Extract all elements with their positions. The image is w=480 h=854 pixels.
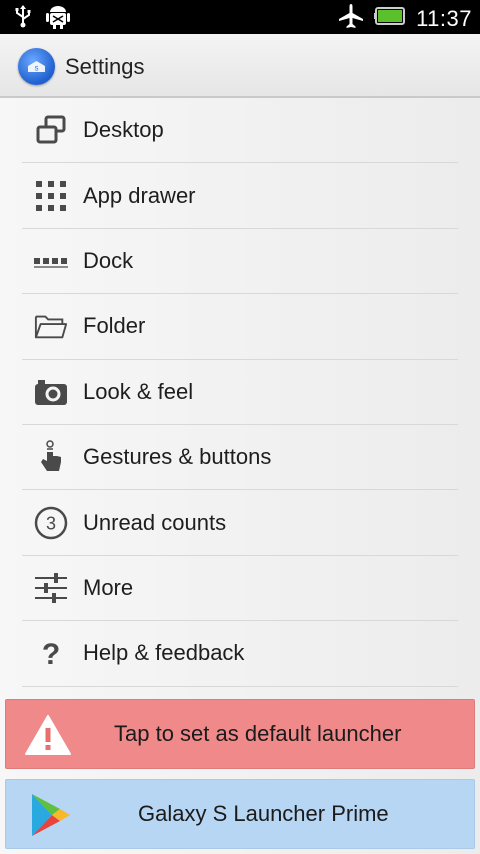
usb-icon [14, 4, 32, 35]
launcher-app-icon[interactable]: S [18, 48, 55, 85]
settings-item-label: Gestures & buttons [83, 444, 272, 470]
settings-list: Desktop App drawer Dock Folder Look & fe… [22, 98, 458, 687]
settings-item-label: More [83, 574, 134, 600]
play-store-icon [28, 792, 72, 843]
clock: 11:37 [416, 5, 472, 31]
dock-icon [34, 244, 68, 278]
settings-item-label: Help & feedback [83, 640, 245, 666]
svg-text:S: S [34, 67, 38, 73]
banner-label: Galaxy S Launcher Prime [138, 801, 389, 826]
settings-item-label: Dock [83, 247, 134, 273]
sliders-icon [34, 571, 68, 605]
settings-item-dock[interactable]: Dock [22, 229, 458, 295]
settings-item-label: Desktop [83, 117, 164, 143]
set-default-launcher-banner[interactable]: Tap to set as default launcher [5, 699, 475, 769]
android-debug-icon [46, 4, 70, 35]
settings-item-label: App drawer [83, 182, 196, 208]
warning-icon [24, 714, 72, 761]
settings-item-more[interactable]: More [22, 556, 458, 622]
settings-item-app-drawer[interactable]: App drawer [22, 163, 458, 229]
action-bar: S Settings [0, 34, 480, 98]
camera-icon [34, 375, 68, 409]
status-bar: 11:37 [0, 0, 480, 34]
battery-icon [374, 7, 406, 30]
help-glyph: ? [42, 638, 60, 670]
settings-item-look-and-feel[interactable]: Look & feel [22, 360, 458, 425]
banner-label: Tap to set as default launcher [114, 721, 402, 746]
settings-item-gestures[interactable]: Gestures & buttons [22, 425, 458, 491]
help-icon: ? [34, 636, 68, 670]
settings-content: Desktop App drawer Dock Folder Look & fe… [0, 98, 480, 854]
gesture-icon [34, 440, 68, 474]
app-drawer-icon [34, 179, 68, 213]
unread-count-badge: 3 [46, 513, 56, 533]
folder-icon [34, 309, 68, 343]
settings-item-label: Look & feel [83, 378, 194, 404]
desktop-icon [34, 113, 68, 147]
launcher-prime-banner[interactable]: Galaxy S Launcher Prime [5, 779, 475, 849]
settings-item-unread-counts[interactable]: 3 Unread counts [22, 490, 458, 556]
settings-item-folder[interactable]: Folder [22, 294, 458, 360]
unread-count-icon: 3 [34, 506, 68, 540]
settings-item-label: Folder [83, 313, 146, 339]
settings-item-desktop[interactable]: Desktop [22, 98, 458, 164]
settings-item-label: Unread counts [83, 509, 227, 535]
airplane-mode-icon [338, 3, 364, 34]
settings-item-help[interactable]: ? Help & feedback [22, 621, 458, 687]
page-title: Settings [65, 54, 145, 79]
